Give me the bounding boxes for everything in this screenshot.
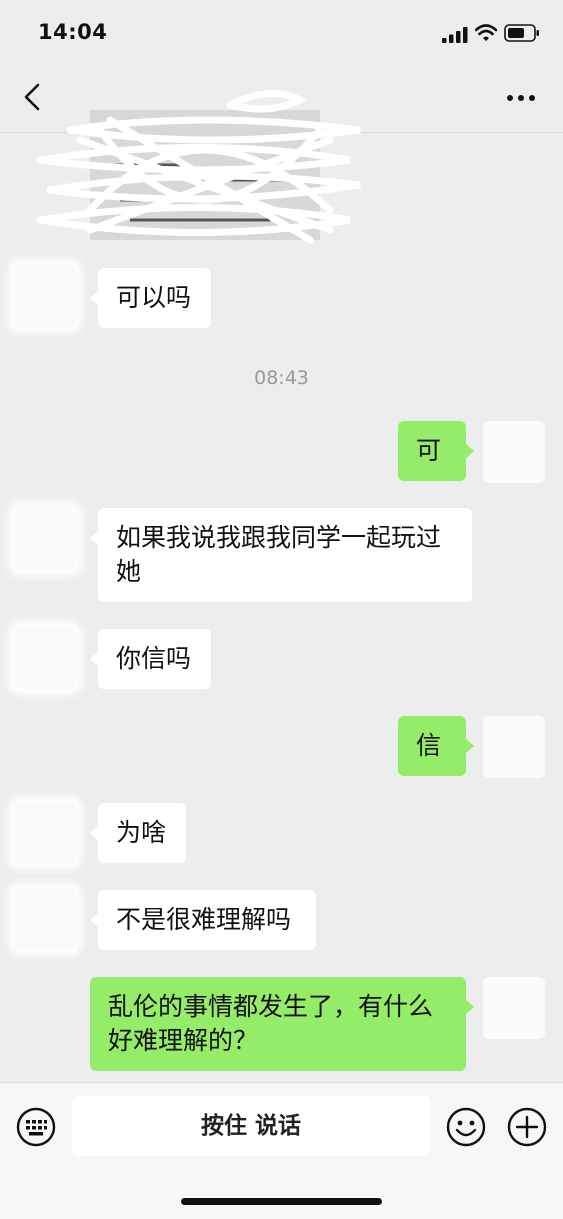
signal-icon (442, 27, 468, 43)
contact-avatar[interactable] (14, 627, 76, 689)
battery-icon (504, 24, 539, 42)
status-bar: 14:04 (0, 0, 563, 60)
contact-avatar[interactable] (14, 888, 76, 950)
sent-message[interactable]: 乱伦的事情都发生了，有什么好难理解的？ (90, 977, 466, 1071)
hold-to-talk-button[interactable]: 按住 说话 (72, 1096, 430, 1156)
bubble-tail (90, 826, 98, 840)
received-message[interactable]: 你信吗 (98, 629, 211, 689)
emoji-icon[interactable] (446, 1107, 486, 1147)
my-avatar[interactable] (483, 716, 545, 778)
input-bar: 按住 说话 (0, 1082, 563, 1219)
received-message[interactable]: 为啥 (98, 803, 186, 863)
received-message[interactable]: 可以吗 (98, 268, 211, 328)
redacted-scribble (36, 90, 361, 244)
sent-message[interactable]: 可 (398, 421, 466, 481)
bubble-tail (90, 531, 98, 545)
plus-icon[interactable] (507, 1107, 547, 1147)
keyboard-icon[interactable] (16, 1107, 56, 1147)
bubble-tail (90, 652, 98, 666)
contact-avatar[interactable] (14, 265, 76, 327)
bubble-tail (466, 739, 474, 753)
received-message[interactable]: 不是很难理解吗 (98, 890, 316, 950)
my-avatar[interactable] (483, 977, 545, 1039)
received-message[interactable]: 如果我说我跟我同学一起玩过她 (98, 508, 472, 602)
contact-avatar[interactable] (14, 802, 76, 864)
bubble-tail (90, 913, 98, 927)
sent-message[interactable]: 信 (398, 716, 466, 776)
my-avatar[interactable] (483, 421, 545, 483)
status-time: 14:04 (38, 20, 108, 44)
home-indicator[interactable] (181, 1198, 382, 1205)
bubble-tail (466, 1000, 474, 1014)
contact-avatar[interactable] (14, 508, 76, 570)
more-icon[interactable] (506, 93, 536, 103)
wifi-icon (475, 24, 497, 41)
message-timestamp: 08:43 (254, 367, 309, 389)
bubble-tail (90, 291, 98, 305)
bubble-tail (466, 444, 474, 458)
